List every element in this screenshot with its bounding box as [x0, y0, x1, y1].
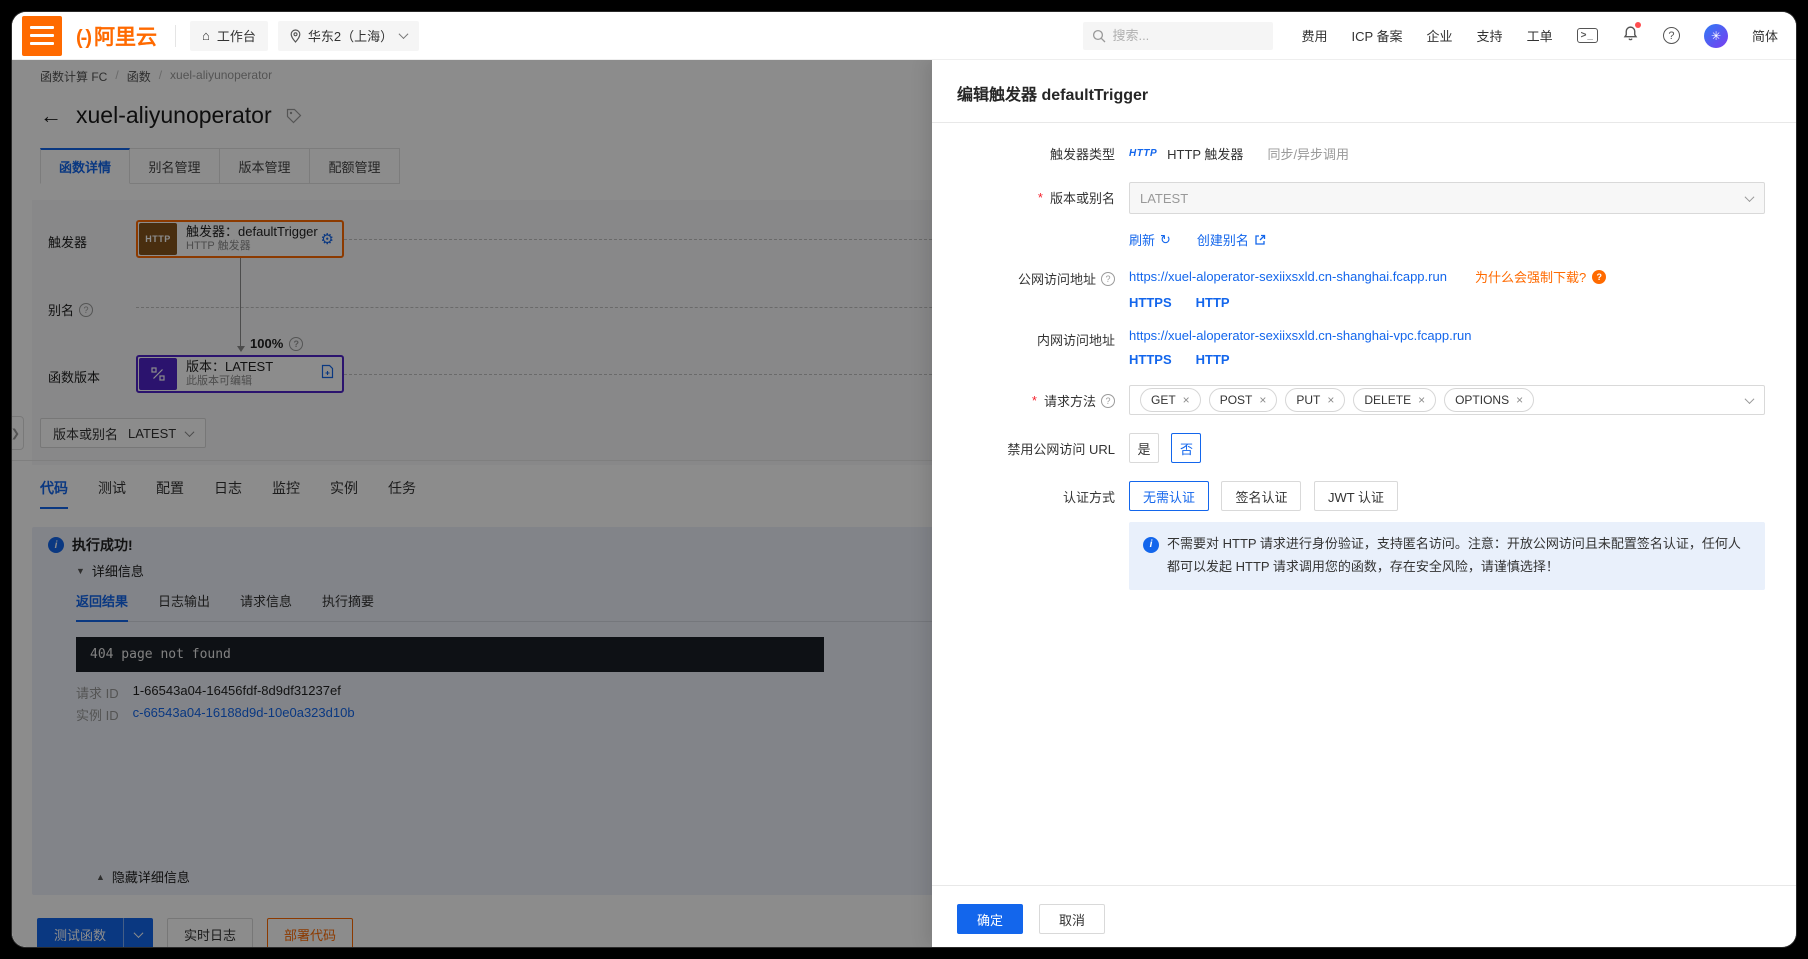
disable-url-label: 禁用公网访问 URL [1007, 442, 1115, 457]
auth-jwt-button[interactable]: JWT 认证 [1313, 481, 1399, 511]
trigger-type-value: HTTP 触发器 [1167, 147, 1244, 162]
top-navbar: (-) 阿里云 ⌂ 工作台 华东2（上海） 费用 ICP 备案 企业 支持 工单… [12, 12, 1796, 60]
avatar[interactable]: ✳ [1703, 23, 1728, 48]
edit-trigger-drawer: 编辑触发器 defaultTrigger 触发器类型 HTTP HTTP 触发器… [932, 60, 1796, 947]
chevron-down-icon [398, 29, 409, 40]
version-alias-label: * 版本或别名 [1037, 190, 1115, 206]
version-alias-select[interactable]: LATEST [1129, 182, 1765, 214]
navbar-divider [174, 24, 176, 47]
nav-link-enterprise[interactable]: 企业 [1427, 26, 1453, 45]
close-icon[interactable]: × [1183, 393, 1190, 407]
refresh-icon: ↻ [1160, 231, 1171, 247]
auth-label: 认证方式 [1062, 490, 1115, 505]
auth-info-alert: i 不需要对 HTTP 请求进行身份验证，支持匿名访问。注意：开放公网访问且未配… [1129, 522, 1765, 590]
private-http-link[interactable]: HTTP [1196, 352, 1230, 367]
version-alias-value: LATEST [1140, 190, 1189, 206]
required-mark: * [1031, 393, 1037, 408]
method-tag-options: OPTIONS × [1444, 388, 1535, 412]
cloudshell-icon[interactable]: >_ [1576, 28, 1598, 43]
row-trigger-type: 触发器类型 HTTP HTTP 触发器 同步/异步调用 [932, 144, 1765, 163]
content-area: 函数计算 FC / 函数 / xuel-aliyunoperator ← xuel-… [12, 60, 1796, 947]
public-url-link[interactable]: https://xuel-aloperator-sexiixsxld.cn-sh… [1129, 269, 1447, 284]
force-download-link[interactable]: 为什么会强制下载? ? [1475, 267, 1607, 286]
aliyun-logo-icon: (-) [76, 26, 92, 49]
method-tag-get: GET × [1140, 388, 1201, 412]
chevron-down-icon [1744, 192, 1755, 203]
aliyun-logo[interactable]: (-) 阿里云 [76, 21, 157, 51]
nav-link-icp[interactable]: ICP 备案 [1351, 26, 1402, 45]
search-input[interactable] [1112, 28, 1263, 43]
hamburger-menu-button[interactable] [22, 15, 62, 56]
chevron-down-icon [1744, 394, 1755, 405]
methods-label: * 请求方法 ? [932, 385, 1115, 410]
location-pin-icon [290, 28, 301, 43]
private-url-link[interactable]: https://xuel-aloperator-sexiixsxld.cn-sh… [1129, 328, 1472, 343]
private-https-link[interactable]: HTTPS [1129, 352, 1172, 367]
navbar-right: 费用 ICP 备案 企业 支持 工单 >_ ? ✳ 简体 [1083, 21, 1796, 50]
search-icon [1093, 29, 1106, 42]
question-circle-icon[interactable]: ? [1101, 393, 1115, 408]
close-icon[interactable]: × [1327, 393, 1334, 407]
invoke-mode: 同步/异步调用 [1267, 147, 1350, 162]
notification-dot [1634, 21, 1641, 28]
language-switch[interactable]: 简体 [1752, 26, 1778, 45]
region-label: 华东2（上海） [307, 29, 394, 44]
row-methods: * 请求方法 ? GET × POST × PUT × DELETE × OPTIONS… [932, 385, 1765, 415]
cancel-button[interactable]: 取消 [1039, 904, 1105, 934]
browser-window: (-) 阿里云 ⌂ 工作台 华东2（上海） 费用 ICP 备案 企业 支持 工单… [12, 12, 1796, 947]
row-links: 刷新 ↻ 创建别名 [932, 230, 1765, 249]
nav-link-ticket[interactable]: 工单 [1527, 26, 1553, 45]
drawer-footer: 确定 取消 [932, 885, 1796, 947]
region-selector[interactable]: 华东2（上海） [277, 20, 420, 51]
method-tag-delete: DELETE × [1353, 388, 1437, 412]
home-icon: ⌂ [201, 28, 210, 43]
auth-signature-button[interactable]: 签名认证 [1221, 481, 1302, 511]
auth-none-button[interactable]: 无需认证 [1129, 481, 1210, 511]
workbench-button[interactable]: ⌂ 工作台 [189, 20, 268, 51]
global-search[interactable] [1083, 21, 1274, 50]
public-url-label: 公网访问地址 ? [932, 267, 1115, 288]
row-private-url: 内网访问地址 https://xuel-aloperator-sexiixsxl… [932, 328, 1765, 367]
disable-url-no-button[interactable]: 否 [1171, 433, 1202, 463]
close-icon[interactable]: × [1259, 393, 1266, 407]
nav-link-billing[interactable]: 费用 [1301, 26, 1327, 45]
question-circle-icon[interactable]: ? [1101, 271, 1115, 286]
close-icon[interactable]: × [1418, 393, 1425, 407]
public-http-link[interactable]: HTTP [1196, 295, 1230, 310]
method-tag-put: PUT × [1285, 388, 1346, 412]
info-icon: i [1143, 537, 1159, 553]
disable-url-yes-button[interactable]: 是 [1129, 433, 1159, 463]
ok-button[interactable]: 确定 [957, 904, 1023, 934]
brand-name: 阿里云 [93, 25, 157, 49]
help-icon[interactable]: ? [1662, 27, 1680, 44]
trigger-type-label: 触发器类型 [1049, 147, 1115, 162]
row-disable-url: 禁用公网访问 URL 是 否 [932, 433, 1765, 463]
method-tag-post: POST × [1208, 388, 1278, 412]
row-version-alias: * 版本或别名 LATEST [932, 182, 1765, 214]
row-public-url: 公网访问地址 ? https://xuel-aloperator-sexiixs… [932, 267, 1765, 310]
workbench-label: 工作台 [216, 29, 256, 44]
drawer-title: 编辑触发器 defaultTrigger [957, 87, 1149, 104]
public-https-link[interactable]: HTTPS [1129, 295, 1172, 310]
nav-link-support[interactable]: 支持 [1477, 26, 1503, 45]
refresh-link[interactable]: 刷新 ↻ [1129, 230, 1171, 249]
http-badge-icon: HTTP [1129, 148, 1158, 159]
private-url-label: 内网访问地址 [1036, 333, 1115, 348]
methods-multiselect[interactable]: GET × POST × PUT × DELETE × OPTIONS × [1129, 385, 1765, 415]
close-icon[interactable]: × [1516, 393, 1523, 407]
row-auth: 认证方式 无需认证 签名认证 JWT 认证 [932, 481, 1765, 511]
divider [932, 122, 1796, 123]
auth-info-text: 不需要对 HTTP 请求进行身份验证，支持匿名访问。注意：开放公网访问且未配置签… [1167, 536, 1741, 574]
orange-question-icon: ? [1592, 269, 1607, 284]
notification-bell-icon[interactable] [1622, 21, 1641, 47]
create-alias-link[interactable]: 创建别名 [1197, 230, 1266, 249]
external-link-icon [1255, 234, 1266, 245]
required-mark: * [1037, 190, 1043, 205]
